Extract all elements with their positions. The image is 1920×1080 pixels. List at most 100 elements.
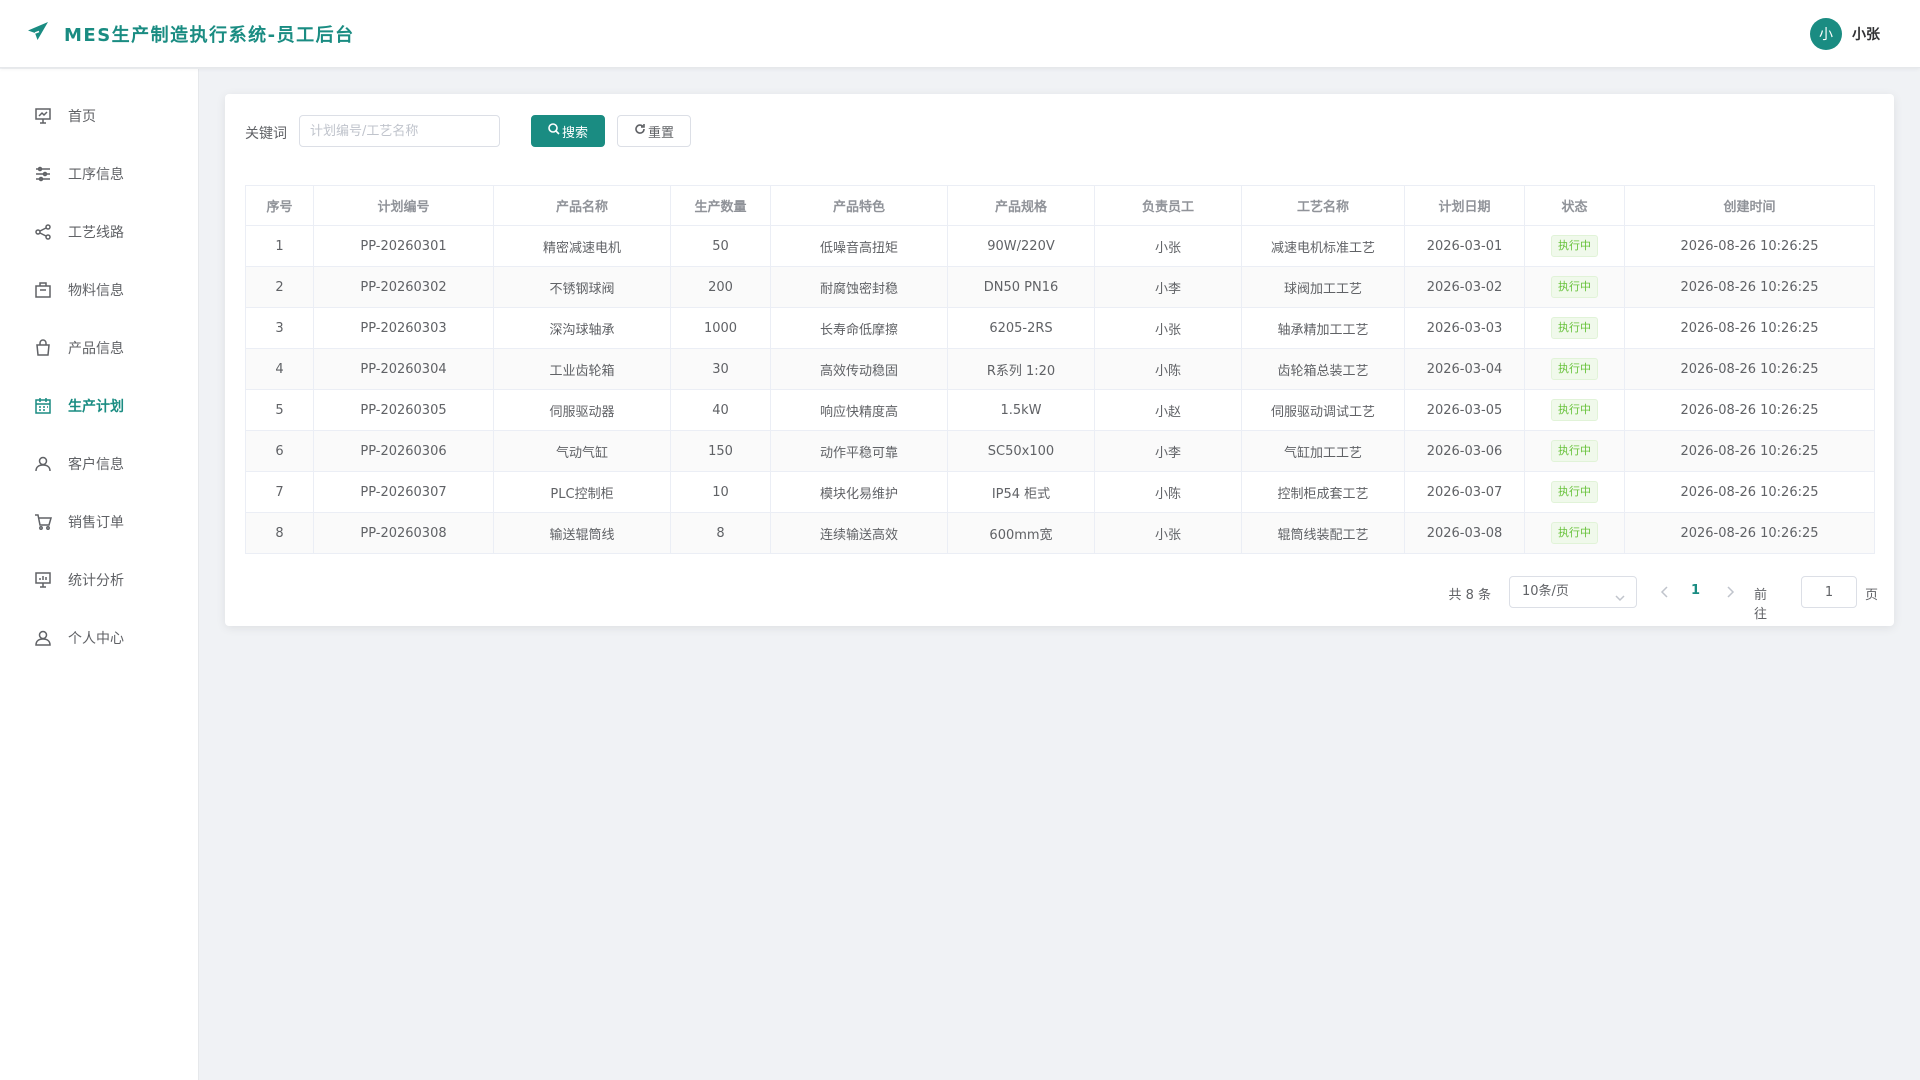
table-cell: 执行中: [1524, 389, 1625, 431]
search-button[interactable]: 搜索: [531, 115, 605, 147]
table-cell: 气动气缸: [493, 430, 671, 472]
table-cell: 2026-08-26 10:26:25: [1624, 389, 1875, 431]
column-header: 工艺名称: [1241, 185, 1405, 226]
search-button-label: 搜索: [561, 125, 588, 141]
next-page-icon[interactable]: [1722, 584, 1738, 600]
sidebar-item-label: 销售订单: [68, 515, 124, 531]
table-row: 3 PP-20260303 深沟球轴承 1000 长寿命低摩擦 6205-2RS 小张 轴承精…: [245, 307, 1875, 349]
table-cell: 2026-08-26 10:26:25: [1624, 225, 1875, 267]
table-header-row: 序号 计划编号 产品名称 生产数量 产品特色 产品规格 负责员工 工艺名称 计划…: [245, 185, 1875, 226]
column-header: 创建时间: [1624, 185, 1875, 226]
sidebar-item-statistics[interactable]: 统计分析: [0, 560, 199, 600]
user-menu[interactable]: 小 小张: [1810, 18, 1880, 50]
user-name[interactable]: 小张: [1852, 24, 1880, 44]
table-body: 1 PP-20260301 精密减速电机 50 低噪音高扭矩 90W/220V 小张 减速电机…: [245, 225, 1875, 554]
status-badge: 执行中: [1551, 481, 1598, 503]
sidebar-item-material[interactable]: 物料信息: [0, 270, 199, 310]
status-badge: 执行中: [1551, 276, 1598, 298]
table-cell: 40: [670, 389, 771, 431]
status-badge: 执行中: [1551, 522, 1598, 544]
search-input[interactable]: [299, 115, 500, 147]
table-cell: PP-20260307: [313, 471, 494, 513]
table-cell: 2026-03-03: [1404, 307, 1525, 349]
sidebar-item-label: 客户信息: [68, 457, 124, 473]
table-cell: 执行中: [1524, 471, 1625, 513]
presentation-icon: [34, 107, 52, 125]
sidebar-item-process[interactable]: 工序信息: [0, 154, 199, 194]
table-cell: 50: [670, 225, 771, 267]
table-cell: 2026-03-07: [1404, 471, 1525, 513]
table-row: 1 PP-20260301 精密减速电机 50 低噪音高扭矩 90W/220V 小张 减速电机…: [245, 225, 1875, 267]
sidebar-item-label: 工序信息: [68, 167, 124, 183]
table-cell: 执行中: [1524, 430, 1625, 472]
status-badge: 执行中: [1551, 440, 1598, 462]
column-header: 产品特色: [770, 185, 948, 226]
table-cell: 齿轮箱总装工艺: [1241, 348, 1405, 390]
table-cell: PP-20260306: [313, 430, 494, 472]
table-cell: PP-20260302: [313, 266, 494, 308]
table-cell: 深沟球轴承: [493, 307, 671, 349]
shopping-bag-icon: [34, 339, 52, 357]
page-number-current[interactable]: 1: [1691, 583, 1700, 598]
table-cell: 2026-08-26 10:26:25: [1624, 307, 1875, 349]
status-badge: 执行中: [1551, 399, 1598, 421]
table-cell: 150: [670, 430, 771, 472]
table-cell: 执行中: [1524, 348, 1625, 390]
reset-button[interactable]: 重置: [617, 115, 691, 147]
table-cell: 2026-08-26 10:26:25: [1624, 348, 1875, 390]
table-cell: 动作平稳可靠: [770, 430, 948, 472]
column-header: 生产数量: [670, 185, 771, 226]
table-cell: 30: [670, 348, 771, 390]
table-cell: 小陈: [1094, 348, 1242, 390]
avatar[interactable]: 小: [1810, 18, 1842, 50]
calendar-icon: [34, 397, 52, 415]
table-cell: 辊筒线装配工艺: [1241, 512, 1405, 554]
keyword-label: 关键词: [245, 126, 287, 142]
sidebar-item-label: 工艺线路: [68, 225, 124, 241]
prev-page-icon[interactable]: [1657, 584, 1673, 600]
table-cell: PP-20260304: [313, 348, 494, 390]
table-cell: 小李: [1094, 266, 1242, 308]
reset-button-label: 重置: [647, 125, 674, 141]
sidebar-item-label: 统计分析: [68, 573, 124, 589]
table-cell: PP-20260301: [313, 225, 494, 267]
table-cell: PP-20260305: [313, 389, 494, 431]
goto-page-input[interactable]: [1801, 576, 1857, 608]
table-cell: 200: [670, 266, 771, 308]
refresh-icon: [634, 123, 648, 139]
table-cell: 8: [670, 512, 771, 554]
sidebar-item-production-plan[interactable]: 生产计划: [0, 386, 199, 426]
table-cell: 小张: [1094, 512, 1242, 554]
page-unit-label: 页: [1864, 588, 1878, 603]
table-cell: PLC控制柜: [493, 471, 671, 513]
paper-plane-icon: [26, 20, 50, 48]
table-cell: 工业齿轮箱: [493, 348, 671, 390]
column-header: 负责员工: [1094, 185, 1242, 226]
shopping-cart-icon: [34, 513, 52, 531]
table-cell: 2026-08-26 10:26:25: [1624, 471, 1875, 513]
sidebar-item-profile[interactable]: 个人中心: [0, 618, 199, 658]
sidebar-item-sales-order[interactable]: 销售订单: [0, 502, 199, 542]
sidebar-item-home[interactable]: 首页: [0, 96, 199, 136]
table-cell: 响应快精度高: [770, 389, 948, 431]
table-row: 8 PP-20260308 输送辊筒线 8 连续输送高效 600mm宽 小张 辊筒线装配工艺 2…: [245, 512, 1875, 554]
app-title: MES生产制造执行系统-员工后台: [64, 24, 355, 46]
sidebar-item-product[interactable]: 产品信息: [0, 328, 199, 368]
table-cell: 2026-03-04: [1404, 348, 1525, 390]
sidebar-item-label: 首页: [68, 109, 96, 125]
table-cell: 2026-03-02: [1404, 266, 1525, 308]
table-cell: 2026-03-05: [1404, 389, 1525, 431]
column-header: 计划日期: [1404, 185, 1525, 226]
table-cell: 2026-03-01: [1404, 225, 1525, 267]
sidebar-item-customer[interactable]: 客户信息: [0, 444, 199, 484]
table-cell: 低噪音高扭矩: [770, 225, 948, 267]
sidebar-item-route[interactable]: 工艺线路: [0, 212, 199, 252]
brand: MES生产制造执行系统-员工后台: [26, 20, 355, 48]
user-profile-icon: [34, 629, 52, 647]
table-cell: 减速电机标准工艺: [1241, 225, 1405, 267]
page-size-select[interactable]: 10条/页: [1509, 576, 1637, 608]
top-header: MES生产制造执行系统-员工后台 小 小张: [0, 0, 1920, 68]
table-cell: 气缸加工工艺: [1241, 430, 1405, 472]
chevron-down-icon: [1614, 586, 1626, 602]
sidebar-item-label: 生产计划: [68, 399, 124, 415]
